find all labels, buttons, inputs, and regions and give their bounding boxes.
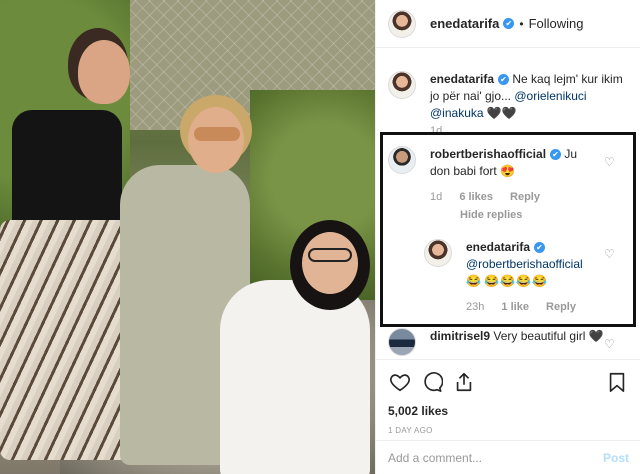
verified-badge-icon: ✔	[550, 149, 562, 161]
comment-like-heart-icon[interactable]: ♡	[604, 337, 615, 351]
post-comment-button[interactable]: Post	[603, 451, 629, 465]
likes-count[interactable]: 5,002 likes	[388, 404, 629, 418]
header-separator: •	[519, 16, 524, 31]
caption-username[interactable]: enedatarifa	[430, 72, 494, 86]
comment-username[interactable]: robertberishaofficial	[430, 147, 546, 161]
comment-robertberishaofficial: robertberishaofficial ✔ Ju don babi fort …	[388, 146, 590, 206]
post-photo[interactable]	[0, 0, 375, 474]
heart-icon[interactable]	[388, 370, 412, 394]
comment-dimitrisel9: dimitrisel9 Very beautiful girl 🖤	[388, 328, 630, 356]
post-side-panel: enedatarifa ✔ • Following enedatarifa ✔ N…	[375, 0, 640, 474]
hide-replies-button[interactable]: Hide replies	[460, 209, 522, 221]
verified-badge-icon: ✔	[498, 74, 510, 86]
caption-hearts: 🖤🖤	[486, 106, 517, 120]
reply-emojis: 😂😂😂😂	[484, 274, 549, 288]
post-actions: 5,002 likes 1 DAY AGO	[376, 359, 640, 435]
comment-emoji: 🖤	[588, 329, 604, 343]
reply-like-heart-icon[interactable]: ♡	[604, 247, 615, 261]
caption-author-avatar[interactable]	[388, 71, 416, 99]
caption-mention-inakuka[interactable]: @inakuka	[430, 106, 484, 120]
comments-list[interactable]: enedatarifa ✔ Ne kaq lejm' kur ikim jo pë…	[376, 49, 640, 359]
comment-time[interactable]: 1d	[430, 191, 442, 203]
commenter-avatar[interactable]	[388, 328, 416, 356]
add-comment-input[interactable]	[388, 450, 603, 465]
comment-text: Very beautiful girl	[493, 329, 586, 343]
author-avatar[interactable]	[388, 9, 416, 38]
comment-emoji: 😍	[500, 164, 516, 178]
caption-mention-orielenikuci[interactable]: @orielenikuci	[514, 89, 586, 103]
photo-person-right	[220, 220, 370, 474]
comment-likes[interactable]: 6 likes	[459, 191, 493, 203]
post-timestamp[interactable]: 1 DAY AGO	[388, 426, 629, 435]
verified-badge-icon: ✔	[503, 18, 515, 29]
following-button[interactable]: Following	[529, 16, 584, 31]
post-header: enedatarifa ✔ • Following	[376, 0, 640, 48]
add-comment-bar: Post	[376, 440, 640, 474]
reply-username[interactable]: enedatarifa	[466, 240, 530, 254]
reply-enedatarifa: enedatarifa ✔ @robertberishaofficial 😂 😂😂…	[424, 239, 596, 316]
bookmark-icon[interactable]	[605, 370, 629, 394]
reply-author-avatar[interactable]	[424, 239, 452, 267]
reply-time[interactable]: 23h	[466, 301, 484, 313]
share-icon[interactable]	[452, 370, 476, 394]
caption: enedatarifa ✔ Ne kaq lejm' kur ikim jo pë…	[376, 49, 640, 122]
reply-likes[interactable]: 1 like	[501, 301, 529, 313]
verified-badge-icon: ✔	[534, 242, 546, 254]
commenter-avatar[interactable]	[388, 146, 416, 174]
reply-emoji: 😂	[466, 274, 481, 288]
author-username[interactable]: enedatarifa	[430, 16, 499, 31]
reply-button[interactable]: Reply	[546, 301, 576, 313]
reply-button[interactable]: Reply	[510, 191, 540, 203]
reply-mention[interactable]: @robertberishaofficial	[466, 257, 583, 271]
comment-icon[interactable]	[420, 370, 444, 394]
comment-username[interactable]: dimitrisel9	[430, 329, 490, 343]
comment-like-heart-icon[interactable]: ♡	[604, 155, 615, 169]
